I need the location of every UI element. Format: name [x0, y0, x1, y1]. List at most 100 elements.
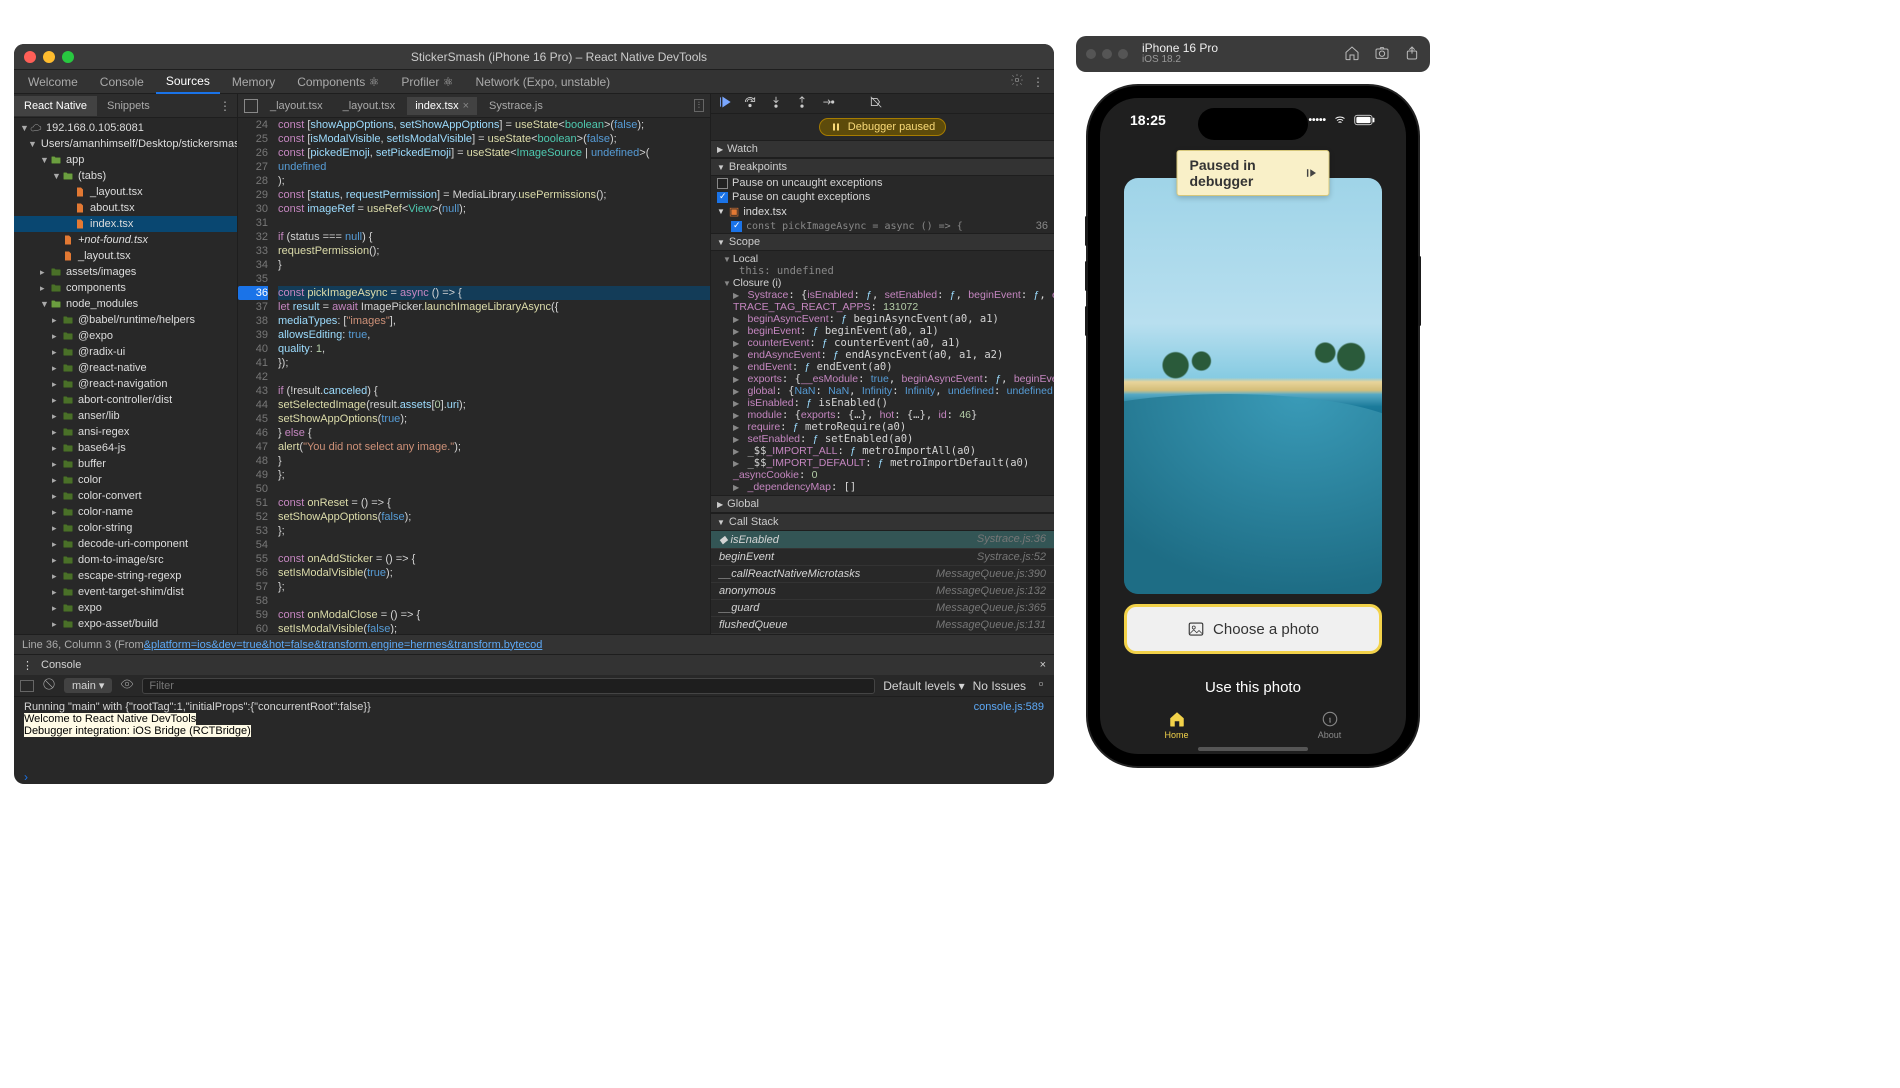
console-output[interactable]: Running "main" with {"rootTag":1,"initia…: [14, 697, 1054, 770]
tab-about[interactable]: About: [1253, 704, 1406, 746]
context-dropdown[interactable]: main ▾: [64, 678, 112, 693]
scope-var[interactable]: TRACE_TAG_REACT_APPS: 131072: [731, 301, 1044, 313]
scope-var[interactable]: ▶ counterEvent: ƒ counterEvent(a0, a1): [731, 337, 1044, 349]
gear-icon[interactable]: [1034, 677, 1048, 694]
filetab[interactable]: _layout.tsx: [262, 97, 331, 115]
home-indicator[interactable]: [1198, 747, 1308, 751]
scope-var[interactable]: ▶ global: {NaN: NaN, Infinity: Infinity,…: [731, 385, 1044, 397]
scope-var[interactable]: ▶ _$$_IMPORT_DEFAULT: ƒ metroImportDefau…: [731, 457, 1044, 469]
scope-var[interactable]: ▶ endAsyncEvent: ƒ endAsyncEvent(a0, a1,…: [731, 349, 1044, 361]
tree-item[interactable]: ▸@radix-ui: [14, 344, 237, 360]
tree-item[interactable]: ▸buffer: [14, 456, 237, 472]
tree-item[interactable]: ▸base64-js: [14, 440, 237, 456]
subtab-snippets[interactable]: Snippets: [97, 96, 160, 116]
tab-components[interactable]: Components ⚛: [287, 71, 389, 93]
tree-item[interactable]: ▸color-string: [14, 520, 237, 536]
step-icon[interactable]: [821, 95, 835, 112]
dock-icon[interactable]: [244, 99, 258, 113]
scope-var[interactable]: ▶ Systrace: {isEnabled: ƒ, setEnabled: ƒ…: [731, 289, 1044, 301]
scope-var[interactable]: ▶ _$$_IMPORT_ALL: ƒ metroImportAll(a0): [731, 445, 1044, 457]
callstack-frame[interactable]: anonymousMessageQueue.js:132: [711, 583, 1054, 600]
tree-item[interactable]: ▸assets/images: [14, 264, 237, 280]
more-icon[interactable]: ⫶: [694, 99, 704, 112]
tree-item[interactable]: ▸decode-uri-component: [14, 536, 237, 552]
tree-item[interactable]: ▸color: [14, 472, 237, 488]
scope-section[interactable]: ▼Scope: [711, 233, 1054, 251]
gear-icon[interactable]: [1010, 73, 1024, 90]
filetab[interactable]: Systrace.js: [481, 97, 551, 115]
file-tree[interactable]: ▼192.168.0.105:8081▼Users/amanhimself/De…: [14, 118, 237, 634]
tree-item[interactable]: ▸event-target-shim/dist: [14, 584, 237, 600]
close-icon[interactable]: [24, 51, 36, 63]
tree-item[interactable]: ▸escape-string-regexp: [14, 568, 237, 584]
tree-item[interactable]: ▸anser/lib: [14, 408, 237, 424]
filetab-active[interactable]: index.tsx×: [407, 97, 477, 115]
tree-item[interactable]: +not-found.tsx: [14, 232, 237, 248]
scope-var[interactable]: ▶ isEnabled: ƒ isEnabled(): [731, 397, 1044, 409]
tree-item[interactable]: ▸@expo: [14, 328, 237, 344]
tab-home[interactable]: Home: [1100, 704, 1253, 746]
tree-item[interactable]: index.tsx: [14, 216, 237, 232]
callstack-frame[interactable]: ◆ isEnabledSystrace.js:36: [711, 531, 1054, 549]
sidebar-toggle-icon[interactable]: [20, 680, 34, 692]
scope-var[interactable]: ▶ beginAsyncEvent: ƒ beginAsyncEvent(a0,…: [731, 313, 1044, 325]
tree-item[interactable]: ▸@babel/runtime/helpers: [14, 312, 237, 328]
kebab-icon[interactable]: ⋮: [213, 99, 237, 113]
tree-item[interactable]: ▸ansi-regex: [14, 424, 237, 440]
tree-item[interactable]: ▸@react-native: [14, 360, 237, 376]
tab-network[interactable]: Network (Expo, unstable): [465, 71, 620, 93]
zoom-icon[interactable]: [1118, 49, 1128, 59]
filetab[interactable]: _layout.tsx: [335, 97, 404, 115]
use-photo-button[interactable]: Use this photo: [1100, 679, 1406, 696]
callstack-frame[interactable]: beginEventSystrace.js:52: [711, 549, 1054, 566]
checkbox[interactable]: [717, 178, 728, 189]
tree-item[interactable]: ▸components: [14, 280, 237, 296]
zoom-icon[interactable]: [62, 51, 74, 63]
tree-root[interactable]: ▼192.168.0.105:8081: [14, 120, 237, 136]
breakpoints-section[interactable]: ▼Breakpoints: [711, 158, 1054, 176]
scope-var[interactable]: ▶ setEnabled: ƒ setEnabled(a0): [731, 433, 1044, 445]
filter-input[interactable]: [142, 678, 875, 694]
callstack-frame[interactable]: __callReactNativeMicrotasksMessageQueue.…: [711, 566, 1054, 583]
tree-item[interactable]: about.tsx: [14, 200, 237, 216]
scope-var[interactable]: ▶ require: ƒ metroRequire(a0): [731, 421, 1044, 433]
code-editor[interactable]: const [showAppOptions, setShowAppOptions…: [274, 118, 710, 634]
tree-path[interactable]: ▼Users/amanhimself/Desktop/stickersmash: [14, 136, 237, 152]
tree-item[interactable]: ▼app: [14, 152, 237, 168]
step-out-icon[interactable]: [795, 95, 809, 112]
home-icon[interactable]: [1344, 45, 1360, 64]
minimize-icon[interactable]: [43, 51, 55, 63]
scope-var[interactable]: ▶ _dependencyMap: []: [731, 481, 1044, 493]
global-section[interactable]: ▶Global: [711, 495, 1054, 513]
deactivate-breakpoints-icon[interactable]: [869, 95, 883, 112]
scope-var[interactable]: ▶ exports: {__esModule: true, beginAsync…: [731, 373, 1044, 385]
close-icon[interactable]: ×: [1040, 659, 1046, 671]
share-icon[interactable]: [1404, 45, 1420, 64]
tree-item[interactable]: ▸color-convert: [14, 488, 237, 504]
tree-item[interactable]: ▼node_modules: [14, 296, 237, 312]
tab-welcome[interactable]: Welcome: [18, 71, 88, 93]
tab-console[interactable]: Console: [90, 71, 154, 93]
tab-profiler[interactable]: Profiler ⚛: [391, 71, 463, 93]
checkbox[interactable]: [717, 192, 728, 203]
tree-item[interactable]: _layout.tsx: [14, 248, 237, 264]
levels-dropdown[interactable]: Default levels ▾: [883, 679, 964, 693]
minimize-icon[interactable]: [1102, 49, 1112, 59]
tree-item[interactable]: ▼(tabs): [14, 168, 237, 184]
close-icon[interactable]: [1086, 49, 1096, 59]
scope-var[interactable]: ▶ endEvent: ƒ endEvent(a0): [731, 361, 1044, 373]
checkbox[interactable]: [731, 221, 742, 232]
eye-icon[interactable]: [120, 677, 134, 694]
kebab-icon[interactable]: ⋮: [22, 659, 33, 672]
tab-memory[interactable]: Memory: [222, 71, 285, 93]
screenshot-icon[interactable]: [1374, 45, 1390, 64]
close-icon[interactable]: ×: [463, 100, 469, 112]
device-screen[interactable]: 18:25 ••••• Paused in debugger Choose a …: [1100, 98, 1406, 754]
callstack-frame[interactable]: flushedQueueMessageQueue.js:131: [711, 617, 1054, 634]
breakpoint-entry[interactable]: ▼ ▣ index.tsx: [711, 204, 1054, 219]
kebab-icon[interactable]: ⋮: [1032, 75, 1044, 89]
subtab-react-native[interactable]: React Native: [14, 96, 97, 116]
scope-var[interactable]: ▶ beginEvent: ƒ beginEvent(a0, a1): [731, 325, 1044, 337]
console-prompt[interactable]: ›: [14, 770, 1054, 784]
tree-item[interactable]: ▸dom-to-image/src: [14, 552, 237, 568]
